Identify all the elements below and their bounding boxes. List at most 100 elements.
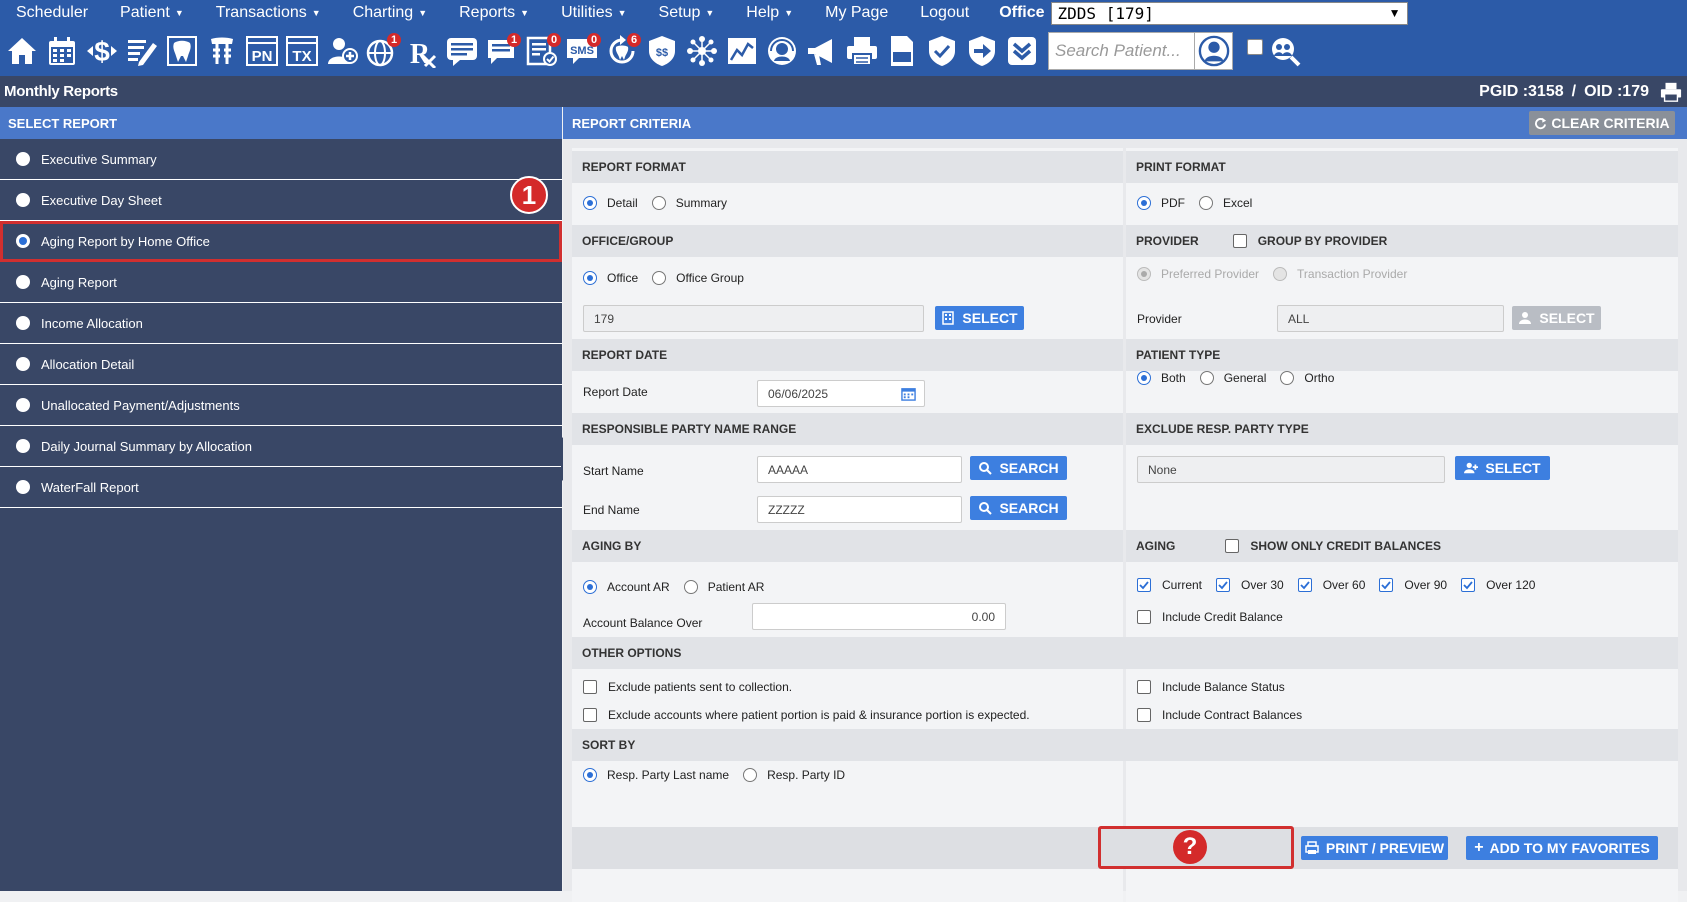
- office-value-field[interactable]: 179: [583, 305, 924, 332]
- radio-button[interactable]: [16, 193, 30, 207]
- report-option-allocation-detail[interactable]: Allocation Detail: [0, 344, 562, 385]
- radio-button[interactable]: [16, 480, 30, 494]
- dollar-icon[interactable]: $: [82, 31, 122, 71]
- recall-icon[interactable]: 6: [602, 31, 642, 71]
- include-status-checkbox[interactable]: [1137, 680, 1151, 694]
- sort-last-name-radio[interactable]: [583, 768, 597, 782]
- radio-button[interactable]: [16, 439, 30, 453]
- office-select[interactable]: ZDDS [179] ▼: [1050, 1, 1408, 25]
- menu-logout[interactable]: Logout: [904, 4, 985, 22]
- checklist-icon[interactable]: 0: [522, 31, 562, 71]
- general-radio[interactable]: [1199, 371, 1214, 385]
- report-option-executive-summary[interactable]: Executive Summary: [0, 139, 562, 180]
- document-icon[interactable]: [882, 31, 922, 71]
- over-90-checkbox[interactable]: [1379, 578, 1394, 592]
- credit-only-checkbox[interactable]: [1225, 539, 1240, 553]
- provider-value-field[interactable]: ALL: [1277, 305, 1504, 332]
- notes-edit-icon[interactable]: [122, 31, 162, 71]
- menu-reports[interactable]: Reports ▼: [443, 4, 545, 22]
- network-icon[interactable]: [682, 31, 722, 71]
- sort-id-radio[interactable]: [743, 768, 758, 782]
- preferred-provider-radio[interactable]: [1137, 267, 1151, 281]
- chart-icon[interactable]: [722, 31, 762, 71]
- summary-radio[interactable]: [651, 196, 666, 210]
- report-option-aging-by-home-office[interactable]: Aging Report by Home Office: [0, 221, 562, 262]
- menu-help[interactable]: Help ▼: [730, 4, 809, 22]
- report-option-aging-report[interactable]: Aging Report: [0, 262, 562, 303]
- payments-icon[interactable]: $$: [642, 31, 682, 71]
- menu-transactions[interactable]: Transactions ▼: [200, 4, 337, 22]
- exclude-paid-checkbox[interactable]: [583, 708, 597, 722]
- radio-button[interactable]: [16, 398, 30, 412]
- add-favorites-button[interactable]: + ADD TO MY FAVORITES: [1466, 836, 1658, 860]
- pdf-radio[interactable]: [1137, 196, 1151, 210]
- group-search-icon[interactable]: [1265, 31, 1305, 71]
- ortho-radio[interactable]: [1280, 371, 1295, 385]
- patient-search-input[interactable]: Search Patient...: [1048, 32, 1195, 70]
- group-by-provider-checkbox[interactable]: [1232, 234, 1247, 248]
- end-name-search-button[interactable]: SEARCH: [970, 496, 1067, 520]
- end-name-input[interactable]: ZZZZZ: [757, 496, 962, 523]
- detail-radio[interactable]: [583, 196, 597, 210]
- menu-patient[interactable]: Patient ▼: [104, 4, 200, 22]
- office-select-button[interactable]: SELECT: [935, 306, 1024, 330]
- menu-my-page[interactable]: My Page: [809, 4, 904, 22]
- pn-icon[interactable]: PN: [242, 31, 282, 71]
- report-option-unallocated-payment[interactable]: Unallocated Payment/Adjustments: [0, 385, 562, 426]
- add-patient-icon[interactable]: [322, 31, 362, 71]
- excel-radio[interactable]: [1199, 196, 1213, 210]
- menu-charting[interactable]: Charting ▼: [337, 4, 443, 22]
- patient-search-button[interactable]: [1195, 32, 1233, 70]
- include-credit-checkbox[interactable]: [1137, 610, 1151, 624]
- globe-icon[interactable]: 1: [362, 31, 402, 71]
- start-name-input[interactable]: AAAAA: [757, 456, 962, 483]
- report-option-daily-journal-summary[interactable]: Daily Journal Summary by Allocation: [0, 426, 562, 467]
- printer-icon[interactable]: [1659, 81, 1683, 103]
- provider-select-button[interactable]: SELECT: [1512, 306, 1601, 330]
- menu-utilities[interactable]: Utilities ▼: [545, 4, 642, 22]
- menu-setup[interactable]: Setup ▼: [643, 4, 731, 22]
- sms-icon[interactable]: SMS 0: [562, 31, 602, 71]
- exclude-collection-checkbox[interactable]: [583, 680, 597, 694]
- print-preview-button[interactable]: PRINT / PREVIEW: [1301, 836, 1448, 860]
- radio-button[interactable]: [16, 152, 30, 166]
- calendar-icon[interactable]: [42, 31, 82, 71]
- report-option-executive-day-sheet[interactable]: Executive Day Sheet: [0, 180, 562, 221]
- current-checkbox[interactable]: [1137, 578, 1151, 592]
- account-ar-radio[interactable]: [583, 580, 597, 594]
- radio-button-selected[interactable]: [16, 234, 30, 248]
- printer-icon[interactable]: [842, 31, 882, 71]
- include-contract-checkbox[interactable]: [1137, 708, 1151, 722]
- over-120-checkbox[interactable]: [1461, 578, 1476, 592]
- start-name-search-button[interactable]: SEARCH: [970, 456, 1067, 480]
- menu-scheduler[interactable]: Scheduler: [0, 4, 104, 22]
- office-radio[interactable]: [583, 271, 597, 285]
- tx-icon[interactable]: TX: [282, 31, 322, 71]
- transaction-provider-radio[interactable]: [1273, 267, 1288, 281]
- shield-arrow-icon[interactable]: [962, 31, 1002, 71]
- megaphone-icon[interactable]: [802, 31, 842, 71]
- rx-icon[interactable]: R: [402, 31, 442, 71]
- report-date-field[interactable]: 06/06/2025: [757, 380, 925, 407]
- report-option-waterfall[interactable]: WaterFall Report: [0, 467, 562, 508]
- exclude-type-field[interactable]: None: [1137, 456, 1445, 483]
- exclude-type-select-button[interactable]: SELECT: [1455, 456, 1550, 480]
- chevron-down-badge-icon[interactable]: [1002, 31, 1042, 71]
- over-30-checkbox[interactable]: [1216, 578, 1231, 592]
- implant-tooth-icon[interactable]: [202, 31, 242, 71]
- chat-icon[interactable]: 1: [482, 31, 522, 71]
- both-radio[interactable]: [1137, 371, 1151, 385]
- over-60-checkbox[interactable]: [1297, 578, 1312, 592]
- tooth-icon[interactable]: [162, 31, 202, 71]
- patient-ar-radio[interactable]: [683, 580, 698, 594]
- message-icon[interactable]: [442, 31, 482, 71]
- shield-check-icon[interactable]: [922, 31, 962, 71]
- calendar-icon[interactable]: [901, 386, 916, 401]
- radio-button[interactable]: [16, 316, 30, 330]
- office-group-radio[interactable]: [652, 271, 667, 285]
- support-icon[interactable]: [762, 31, 802, 71]
- radio-button[interactable]: [16, 275, 30, 289]
- toolbar-checkbox[interactable]: [1247, 39, 1263, 55]
- report-option-income-allocation[interactable]: Income Allocation: [0, 303, 562, 344]
- radio-button[interactable]: [16, 357, 30, 371]
